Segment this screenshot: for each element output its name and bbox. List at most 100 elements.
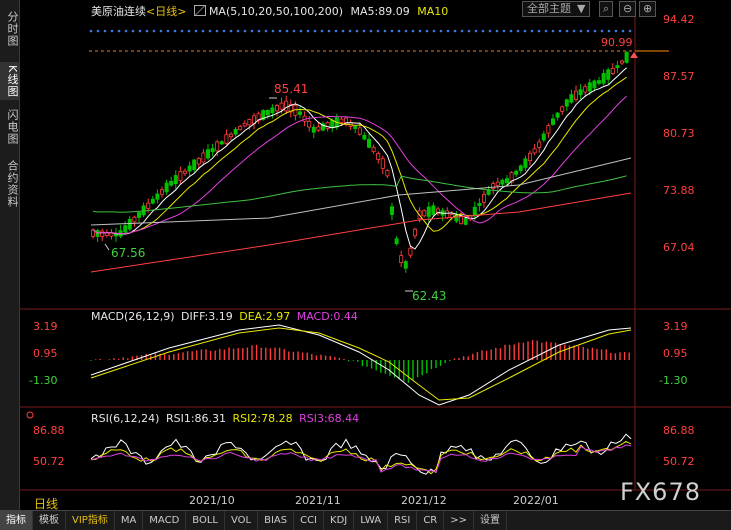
sidebar-tab-kline[interactable]: K线图 <box>0 62 19 100</box>
indicator-dot <box>551 29 555 33</box>
sidebar-tab-timeshare[interactable]: 分时图 <box>0 4 19 54</box>
candle-body <box>523 158 528 168</box>
indicator-dot <box>495 29 499 33</box>
indicator-dot <box>502 29 506 33</box>
candle-body <box>330 119 335 128</box>
candle-body <box>574 90 579 100</box>
search-icon[interactable]: ⌕ <box>599 1 614 17</box>
tab-ma[interactable]: MA <box>115 511 144 530</box>
indicator-dot <box>565 29 569 33</box>
indicator-dot <box>152 29 156 33</box>
theme-label: 全部主题 <box>527 2 571 15</box>
candle-body <box>615 65 620 69</box>
indicator-dot <box>215 29 219 33</box>
indicator-dot <box>173 29 177 33</box>
indicator-dot <box>131 29 135 33</box>
tab-boll[interactable]: BOLL <box>186 511 225 530</box>
indicator-dot <box>362 29 366 33</box>
macd-diff-line <box>90 324 632 406</box>
zoom-out-icon[interactable]: ⊖ <box>619 1 637 17</box>
candle-body <box>242 122 247 127</box>
indicator-dot <box>432 29 436 33</box>
candle-body <box>606 69 611 80</box>
candle-body <box>123 225 128 233</box>
candle-body <box>500 179 505 185</box>
tab-kdj[interactable]: KDJ <box>324 511 355 530</box>
tab-bias[interactable]: BIAS <box>258 511 295 530</box>
candle-body <box>592 80 597 89</box>
candle-body <box>389 206 394 215</box>
candle-body <box>504 178 509 184</box>
candle-body <box>624 52 629 63</box>
tab-lwa[interactable]: LWA <box>354 511 389 530</box>
candle-body <box>385 170 390 177</box>
candle-body <box>274 105 279 112</box>
indicator-dot <box>103 29 107 33</box>
chart-settings-icon[interactable] <box>193 5 206 16</box>
rsi-title: RSI(6,12,24) <box>91 412 160 425</box>
candle-body <box>491 183 496 189</box>
tab-vol[interactable]: VOL <box>225 511 259 530</box>
moving-average-lines <box>90 67 632 273</box>
indicator-dot <box>446 29 450 33</box>
period-label[interactable]: <日线> <box>146 5 186 18</box>
tab-cr[interactable]: CR <box>417 511 445 530</box>
x-label-2: 2021/11 <box>295 494 341 507</box>
candle-body <box>426 206 431 217</box>
indicator-dot <box>278 29 282 33</box>
indicator-dot <box>439 29 443 33</box>
candle-body <box>219 141 224 145</box>
tab-indicators[interactable]: 指标 <box>0 511 33 530</box>
candle-body <box>205 149 210 159</box>
candle-body <box>284 100 289 112</box>
indicator-dot <box>523 29 527 33</box>
indicator-dot <box>390 29 394 33</box>
dropdown-arrow-icon: ▼ <box>577 2 586 15</box>
tab-rsi[interactable]: RSI <box>388 511 418 530</box>
candle-body <box>376 153 381 160</box>
indicator-dot <box>369 29 373 33</box>
indicator-dot <box>327 29 331 33</box>
macd-tick-right-3: -1.30 <box>659 374 688 387</box>
candle-body <box>100 230 105 237</box>
tab-more[interactable]: >> <box>444 511 475 530</box>
indicator-toolbar: 指标 模板 VIP指标 MA MACD BOLL VOL BIAS CCI KD… <box>0 510 731 530</box>
sidebar-tab-flash[interactable]: 闪电图 <box>0 102 19 152</box>
candle-body <box>560 106 565 112</box>
candle-body <box>233 128 238 135</box>
candle-body <box>164 182 169 193</box>
macd-title: MACD(26,12,9) <box>91 310 175 323</box>
candle-body <box>155 193 160 200</box>
macd-tick-right-2: 0.95 <box>663 347 688 360</box>
tab-cci[interactable]: CCI <box>294 511 325 530</box>
candle-body <box>150 198 155 204</box>
chart-area[interactable]: 美原油连续<日线> MA(5,10,20,50,100,200) MA5:89.… <box>19 0 731 510</box>
candle-body <box>546 125 551 134</box>
candle-body <box>297 111 302 115</box>
tab-macd[interactable]: MACD <box>143 511 187 530</box>
candle-body <box>137 212 142 218</box>
tab-vip-indicators[interactable]: VIP指标 <box>66 511 115 530</box>
candle-body <box>541 133 546 141</box>
indicator-dot <box>509 29 513 33</box>
indicator-dot <box>600 29 604 33</box>
zoom-in-icon[interactable]: ⊕ <box>639 1 657 17</box>
indicator-dot <box>89 29 93 33</box>
indicator-dot <box>292 29 296 33</box>
indicator-dot <box>334 29 338 33</box>
indicator-dot <box>208 29 212 33</box>
indicator-dot <box>117 29 121 33</box>
indicator-dot <box>341 29 345 33</box>
theme-dropdown[interactable]: 全部主题 ▼ <box>522 1 591 17</box>
rsi-series <box>90 433 632 475</box>
watermark-logo: FX678 <box>619 478 701 506</box>
indicator-dot <box>411 29 415 33</box>
tab-settings[interactable]: 设置 <box>474 511 508 530</box>
sidebar-tab-contract-info[interactable]: 合约资料 <box>0 154 19 214</box>
indicator-dot <box>194 29 198 33</box>
candle-body <box>486 189 491 195</box>
candle-body <box>182 170 187 174</box>
candle-body <box>597 80 602 84</box>
tab-template[interactable]: 模板 <box>33 511 66 530</box>
candle-body <box>238 126 243 130</box>
